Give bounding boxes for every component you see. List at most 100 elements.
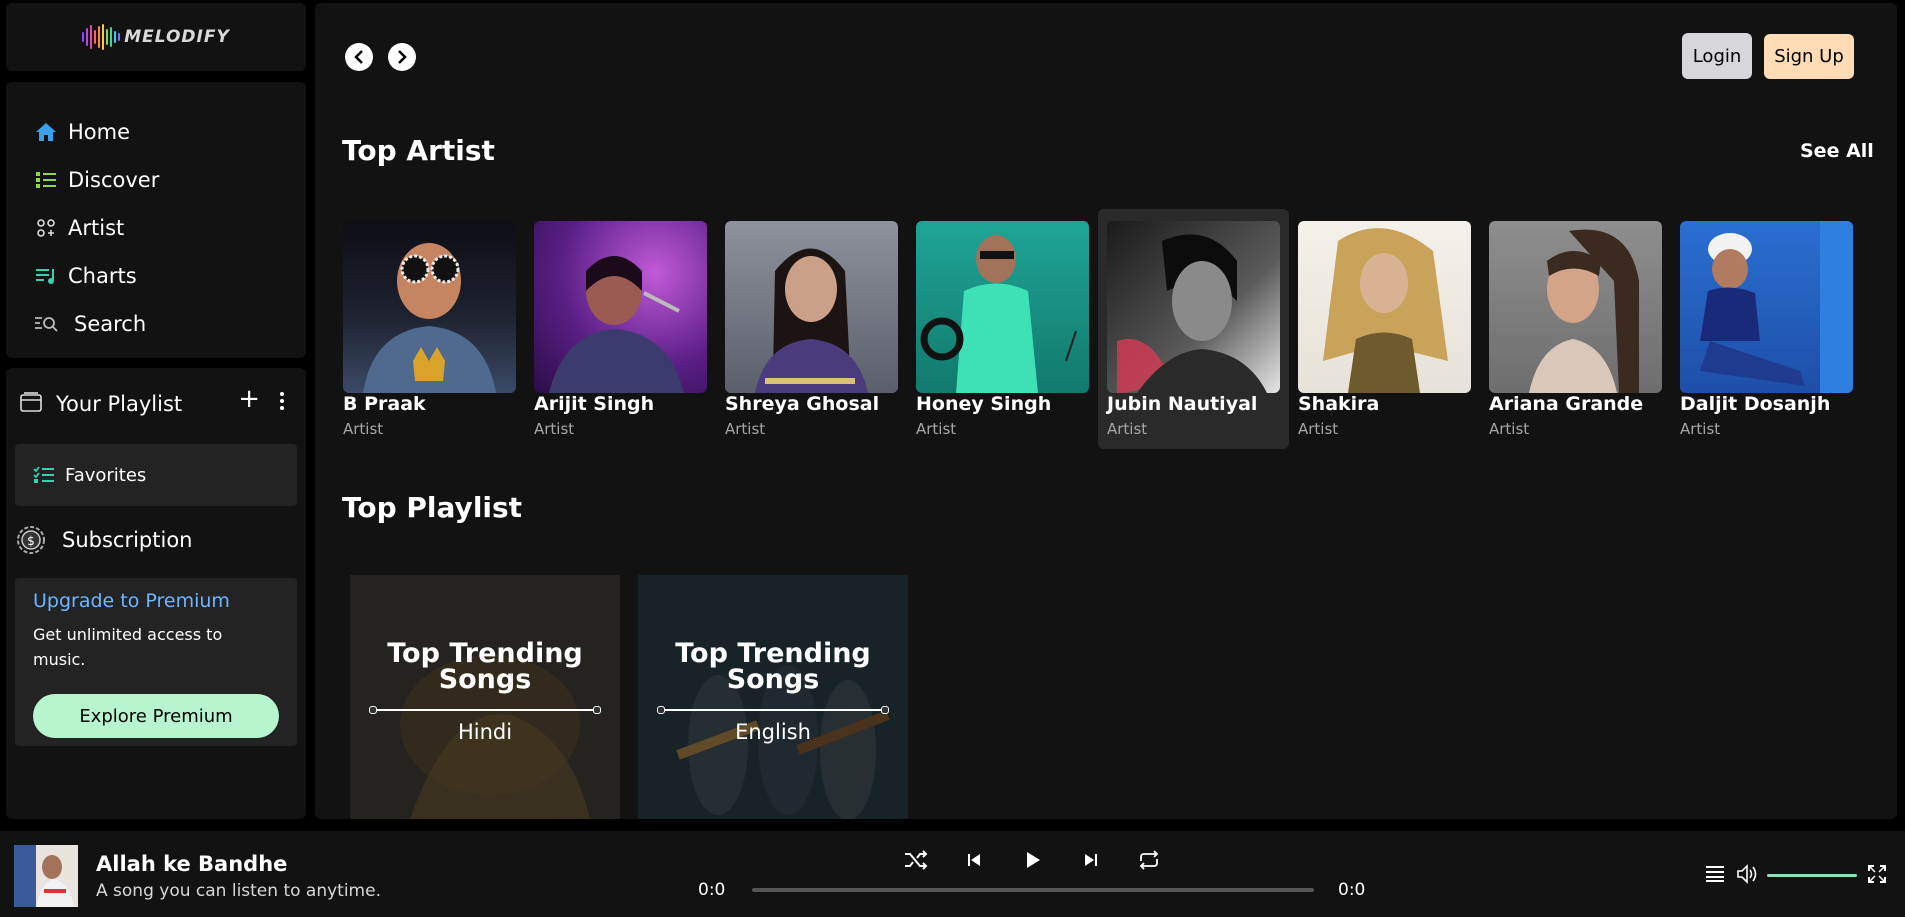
nav-label: Home — [68, 120, 131, 144]
artist-name: Daljit Dosanjh — [1680, 393, 1831, 415]
artist-card[interactable]: Daljit Dosanjh Artist — [1671, 209, 1862, 449]
back-arrow-button[interactable] — [345, 43, 373, 71]
artist-card[interactable]: B Praak Artist — [334, 209, 525, 449]
artist-image — [725, 221, 898, 393]
artist-role: Artist — [725, 420, 766, 438]
song-title[interactable]: Allah ke Bandhe — [96, 852, 287, 876]
divider — [657, 706, 889, 714]
artist-card[interactable]: Honey Singh Artist — [907, 209, 1098, 449]
login-button[interactable]: Login — [1682, 33, 1752, 79]
see-all-link[interactable]: See All — [1800, 140, 1874, 162]
logo-equalizer-icon — [82, 24, 121, 50]
artist-name: Ariana Grande — [1489, 393, 1644, 415]
more-options-icon[interactable] — [280, 392, 284, 410]
play-button[interactable] — [1019, 846, 1047, 874]
fullscreen-icon[interactable] — [1868, 865, 1886, 887]
explore-premium-button[interactable]: Explore Premium — [33, 694, 279, 738]
queue-icon[interactable] — [1705, 865, 1725, 887]
player-bar: Allah ke Bandhe A song you can listen to… — [0, 831, 1905, 917]
playlist-cover — [638, 575, 908, 819]
playlist-card[interactable]: Top Trending Songs Hindi — [350, 575, 620, 819]
previous-button[interactable] — [960, 846, 988, 874]
artist-role: Artist — [1680, 420, 1721, 438]
song-thumbnail[interactable] — [14, 845, 78, 907]
artist-name: Jubin Nautiyal — [1107, 393, 1258, 415]
total-time: 0:0 — [1338, 880, 1366, 900]
artist-image — [916, 221, 1089, 393]
nav-item-discover[interactable]: Discover — [6, 156, 306, 204]
favorites-item[interactable]: Favorites — [15, 444, 297, 506]
main-content: Login Sign Up Top Artist See All B Praak… — [315, 3, 1897, 819]
nav-item-charts[interactable]: Charts — [6, 252, 306, 300]
top-playlist-title: Top Playlist — [342, 491, 523, 524]
shuffle-button[interactable] — [902, 846, 930, 874]
add-playlist-button[interactable]: + — [238, 384, 260, 414]
list-icon — [34, 168, 58, 192]
divider — [369, 706, 601, 714]
song-subtitle: A song you can listen to anytime. — [96, 881, 381, 901]
logo[interactable]: MELODIFY — [6, 3, 306, 71]
home-icon — [34, 120, 58, 144]
favorites-label: Favorites — [65, 464, 147, 486]
artist-image — [1489, 221, 1662, 393]
artist-name: Honey Singh — [916, 393, 1052, 415]
repeat-icon — [1139, 850, 1159, 870]
subscription-label: Subscription — [62, 528, 193, 552]
artist-name: Arijit Singh — [534, 393, 655, 415]
artist-role: Artist — [916, 420, 957, 438]
artist-image — [1107, 221, 1280, 393]
artist-image — [1298, 221, 1471, 393]
artist-card-hovered[interactable]: Jubin Nautiyal Artist — [1098, 209, 1289, 449]
nav-item-search[interactable]: Search — [6, 300, 306, 348]
artist-card[interactable]: Ariana Grande Artist — [1480, 209, 1671, 449]
nav-label: Artist — [68, 216, 125, 240]
library-panel: Your Playlist + Favorites $ Subscription… — [6, 368, 306, 819]
playlist-language: English — [735, 720, 811, 744]
subscription-item[interactable]: $ Subscription — [16, 520, 192, 560]
volume-slider[interactable] — [1767, 874, 1857, 877]
nav-item-artist[interactable]: Artist — [6, 204, 306, 252]
premium-text: Get unlimited access to music. — [33, 625, 223, 669]
playlist-title: Top Trending Songs — [675, 638, 871, 695]
skip-back-icon — [968, 854, 980, 866]
artist-name: Shakira — [1298, 393, 1380, 415]
volume-icon[interactable] — [1736, 864, 1758, 888]
playlist-language: Hindi — [457, 720, 513, 744]
artist-row: B Praak Artist Arijit Singh Artist Shrey… — [343, 209, 1883, 449]
artist-role: Artist — [343, 420, 384, 438]
artist-card[interactable]: Arijit Singh Artist — [525, 209, 716, 449]
artist-icon — [34, 216, 58, 240]
shuffle-icon — [905, 850, 928, 870]
playlist-card[interactable]: Top Trending Songs English — [638, 575, 908, 819]
library-icon — [20, 392, 42, 416]
artist-role: Artist — [534, 420, 575, 438]
artist-role: Artist — [1489, 420, 1530, 438]
artist-card[interactable]: Shakira Artist — [1289, 209, 1480, 449]
library-header: Your Playlist + — [20, 384, 292, 422]
repeat-button[interactable] — [1135, 846, 1163, 874]
premium-title: Upgrade to Premium — [33, 590, 230, 612]
app-root: MELODIFY Home Discover Artist Charts Sea… — [0, 0, 1905, 917]
charts-icon — [34, 264, 58, 288]
artist-image — [534, 221, 707, 393]
artist-role: Artist — [1107, 420, 1148, 438]
top-artist-title: Top Artist — [342, 134, 495, 167]
progress-bar[interactable] — [752, 888, 1314, 892]
artist-name: B Praak — [343, 393, 426, 415]
forward-arrow-button[interactable] — [388, 43, 416, 71]
premium-card: Upgrade to Premium Get unlimited access … — [15, 578, 297, 746]
chevron-left-icon — [354, 50, 363, 64]
artist-card[interactable]: Shreya Ghosal Artist — [716, 209, 907, 449]
nav-item-home[interactable]: Home — [6, 108, 306, 156]
nav-label: Discover — [68, 168, 160, 192]
sidebar-nav: Home Discover Artist Charts Search — [6, 82, 306, 358]
signup-button[interactable]: Sign Up — [1764, 34, 1854, 79]
chevron-right-icon — [398, 50, 407, 64]
play-icon — [1027, 852, 1040, 868]
nav-label: Search — [74, 312, 147, 336]
artist-role: Artist — [1298, 420, 1339, 438]
next-button[interactable] — [1077, 846, 1105, 874]
logo-text: MELODIFY — [124, 27, 230, 47]
artist-image — [343, 221, 516, 393]
nav-label: Charts — [68, 264, 137, 288]
